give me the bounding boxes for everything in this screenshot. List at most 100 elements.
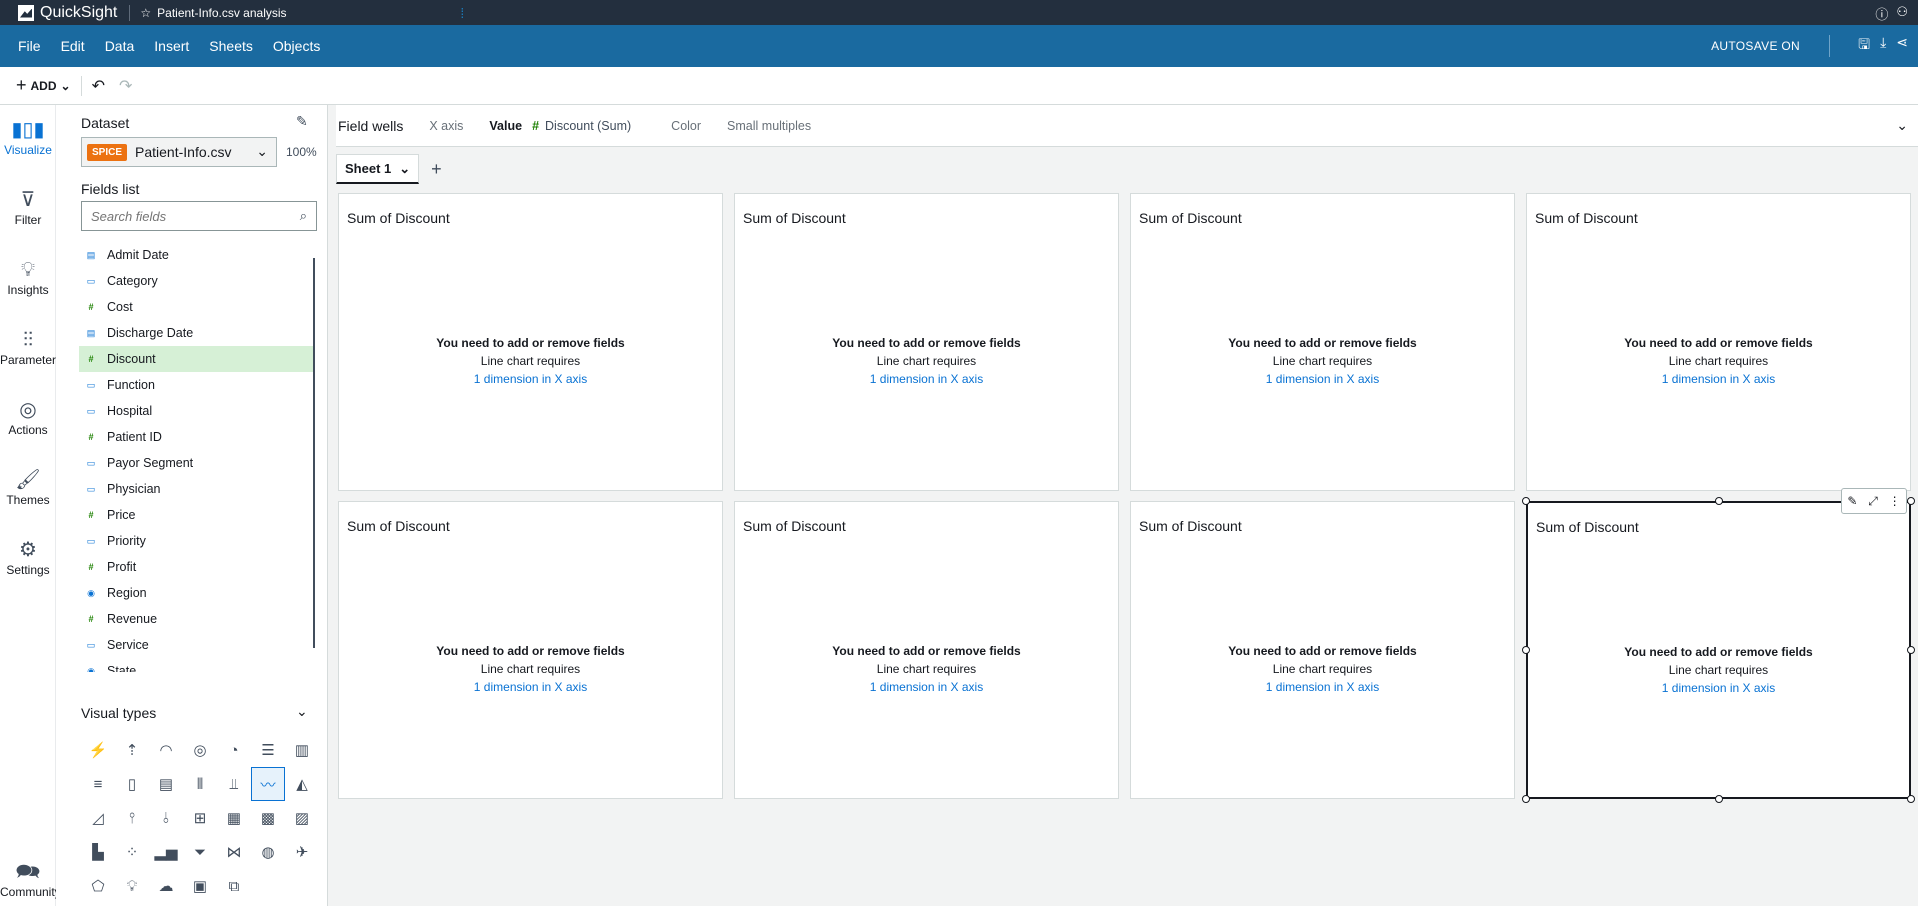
pie-icon[interactable]: ◔ (217, 733, 251, 767)
resize-handle[interactable] (1907, 646, 1915, 654)
vertical-bar-icon[interactable]: ▥ (285, 733, 319, 767)
chevron-down-icon[interactable]: ⌄ (399, 161, 410, 177)
resize-handle[interactable] (1522, 795, 1530, 803)
pencil-icon[interactable]: ✎ (296, 113, 308, 130)
visual-card[interactable]: Sum of Discount You need to add or remove… (1526, 193, 1911, 491)
message-link[interactable]: 1 dimension in X axis (1528, 679, 1909, 697)
visual-title[interactable]: Sum of Discount (1139, 210, 1242, 226)
user-icon[interactable]: ⚇ (1896, 4, 1908, 23)
scatter-icon[interactable]: ⁘ (115, 835, 149, 869)
combo-chart-icon[interactable]: ⫫ (217, 767, 251, 801)
chevron-down-icon[interactable]: ⌄ (1896, 117, 1908, 134)
funnel-icon[interactable]: ⏷ (183, 835, 217, 869)
field-item[interactable]: ▭ Physician (79, 476, 315, 502)
color-well[interactable]: Color (671, 119, 701, 133)
autosave-toggle[interactable]: AUTOSAVE ON (1711, 39, 1800, 53)
area-chart-icon[interactable]: ◭ (285, 767, 319, 801)
word-cloud-icon[interactable]: ☁ (149, 869, 183, 903)
box-plot-icon[interactable]: ⊞ (183, 801, 217, 835)
resize-handle[interactable] (1907, 497, 1915, 505)
message-link[interactable]: 1 dimension in X axis (339, 370, 722, 388)
message-link[interactable]: 1 dimension in X axis (1527, 370, 1910, 388)
download-icon[interactable]: ⤓ (1880, 34, 1886, 58)
add-button[interactable]: + ADD ⌄ (16, 75, 71, 96)
rail-settings[interactable]: ⚙ Settings (0, 537, 56, 577)
clustered-bar-icon[interactable]: ≡ (81, 767, 115, 801)
menu-objects[interactable]: Objects (263, 38, 330, 54)
field-item[interactable]: ▭ Hospital (79, 398, 315, 424)
rail-themes[interactable]: 🖌︎ Themes (0, 467, 56, 507)
x-axis-well[interactable]: X axis (429, 119, 463, 133)
image-icon[interactable]: ▣ (183, 869, 217, 903)
combo-bar-line-icon[interactable]: ⫰ (149, 801, 183, 835)
visual-card[interactable]: Sum of Discount You need to add or remove… (734, 193, 1119, 491)
share-icon[interactable]: ⋖ (1896, 34, 1908, 58)
field-item[interactable]: ◉ Region (79, 580, 315, 606)
help-icon[interactable]: ⓘ (1875, 4, 1888, 23)
donut-icon[interactable]: ◎ (183, 733, 217, 767)
field-item[interactable]: ▭ Function (79, 372, 315, 398)
clustered-column-icon[interactable]: ▯ (115, 767, 149, 801)
autograph-icon[interactable]: ⚡ (81, 733, 115, 767)
analysis-title[interactable]: ☆ Patient-Info.csv analysis (140, 6, 460, 20)
menu-edit[interactable]: Edit (51, 38, 95, 54)
resize-handle[interactable] (1714, 795, 1723, 803)
rail-community[interactable]: 🗪 Community (0, 859, 61, 899)
field-item[interactable]: ▭ Category (79, 268, 315, 294)
visual-card[interactable]: Sum of Discount You need to add or remove… (1130, 501, 1515, 799)
add-sheet-icon[interactable]: + (431, 159, 442, 180)
star-icon[interactable]: ☆ (140, 6, 151, 20)
stacked-bar-icon[interactable]: ▤ (149, 767, 183, 801)
sankey-icon[interactable]: ⋈ (217, 835, 251, 869)
visual-title[interactable]: Sum of Discount (1139, 518, 1242, 534)
undo-icon[interactable]: ↶ (92, 76, 105, 96)
stacked-area-icon[interactable]: ◿ (81, 801, 115, 835)
kpi-icon[interactable]: ⇡ (115, 733, 149, 767)
filled-map-icon[interactable]: ◍ (251, 835, 285, 869)
value-field-chip[interactable]: # Discount (Sum) (532, 119, 631, 133)
visual-card[interactable]: Sum of Discount You need to add or remove… (1526, 501, 1911, 799)
rail-parameters[interactable]: ⫶⫶ Parameters (0, 327, 62, 367)
value-well[interactable]: Value (489, 119, 522, 133)
menu-sheets[interactable]: Sheets (199, 38, 263, 54)
rail-visualize[interactable]: ▮▯▮ Visualize (0, 117, 56, 157)
message-link[interactable]: 1 dimension in X axis (339, 678, 722, 696)
message-link[interactable]: 1 dimension in X axis (735, 370, 1118, 388)
visual-card[interactable]: Sum of Discount You need to add or remove… (734, 501, 1119, 799)
table-icon[interactable]: ▩ (251, 801, 285, 835)
field-item[interactable]: # Discount (79, 346, 315, 372)
message-link[interactable]: 1 dimension in X axis (1131, 678, 1514, 696)
rail-filter[interactable]: ⊽ Filter (0, 187, 56, 227)
visual-title[interactable]: Sum of Discount (1535, 210, 1638, 226)
resize-handle[interactable] (1907, 795, 1915, 803)
visual-title[interactable]: Sum of Discount (347, 518, 450, 534)
menu-file[interactable]: File (8, 38, 51, 54)
menu-insert[interactable]: Insert (144, 38, 199, 54)
save-icon[interactable]: 🖫 (1858, 34, 1870, 58)
chevron-down-icon[interactable]: ⌄ (296, 703, 308, 720)
small-multiples-well[interactable]: Small multiples (727, 119, 811, 133)
visual-card[interactable]: Sum of Discount You need to add or remove… (1130, 193, 1515, 491)
field-item[interactable]: # Profit (79, 554, 315, 580)
insight-icon[interactable]: 💡︎ (115, 869, 149, 903)
visual-title[interactable]: Sum of Discount (347, 210, 450, 226)
field-item[interactable]: ▤ Admit Date (79, 242, 315, 268)
rail-actions[interactable]: ◎ Actions (0, 397, 56, 437)
heatmap-icon[interactable]: ▨ (285, 801, 319, 835)
visual-title[interactable]: Sum of Discount (743, 210, 846, 226)
tab-sheet-1[interactable]: Sheet 1 ⌄ (336, 154, 420, 184)
message-link[interactable]: 1 dimension in X axis (1131, 370, 1514, 388)
field-item[interactable]: ◉ State (79, 658, 315, 672)
custom-visual-icon[interactable]: ⧉ (217, 869, 251, 903)
visual-card[interactable]: Sum of Discount You need to add or remove… (338, 193, 723, 491)
field-item[interactable]: # Cost (79, 294, 315, 320)
dataset-select[interactable]: SPICE Patient-Info.csv ⌄ (81, 137, 277, 167)
expand-icon[interactable]: ⤢ (1868, 494, 1878, 509)
stacked-column-icon[interactable]: ⫴ (183, 767, 217, 801)
visual-card[interactable]: Sum of Discount You need to add or remove… (338, 501, 723, 799)
histogram-icon[interactable]: ▂▅ (149, 835, 183, 869)
resize-handle[interactable] (1714, 497, 1723, 505)
visual-title[interactable]: Sum of Discount (1536, 519, 1639, 535)
quicksight-logo[interactable]: QuickSight (18, 4, 117, 22)
radar-icon[interactable]: ⬠ (81, 869, 115, 903)
